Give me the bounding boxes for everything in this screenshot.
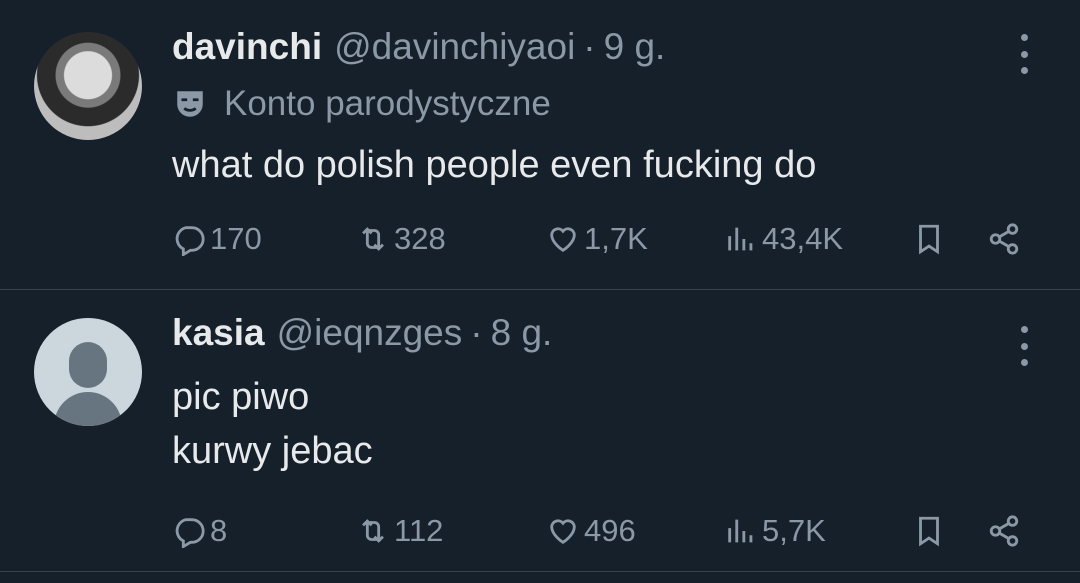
view-count: 43,4K	[762, 221, 844, 256]
tweet-text-line: kurwy jebac	[172, 430, 373, 472]
retweet-button[interactable]: 112	[356, 506, 443, 556]
retweet-icon	[362, 519, 384, 543]
view-count: 5,7K	[762, 513, 826, 548]
bookmark-button[interactable]	[912, 214, 946, 264]
like-count: 1,7K	[584, 221, 648, 256]
like-button[interactable]: 1,7K	[546, 214, 648, 264]
views-button[interactable]: 5,7K	[724, 506, 826, 556]
views-icon	[728, 519, 753, 543]
tweet[interactable]: davinchi @davinchiyaoi · 9 g. Konto paro…	[0, 0, 1080, 290]
user-handle[interactable]: @ieqnzges	[277, 312, 463, 354]
user-handle[interactable]: @davinchiyaoi	[334, 26, 575, 68]
tweet-text-line: pic piwo	[172, 376, 310, 418]
reply-count: 8	[210, 513, 228, 548]
separator: ·	[470, 312, 483, 353]
tweet-header: kasia @ieqnzges · 8 g.	[172, 312, 552, 356]
mask-icon	[172, 86, 208, 122]
timestamp[interactable]: 8 g.	[491, 312, 553, 354]
views-icon	[728, 227, 753, 251]
tweet-text: pic piwo kurwy jebac	[172, 370, 373, 478]
retweet-count: 328	[394, 221, 446, 256]
bookmark-icon	[919, 516, 939, 547]
reply-button[interactable]: 170	[172, 214, 262, 264]
views-button[interactable]: 43,4K	[724, 214, 843, 264]
display-name[interactable]: davinchi	[172, 26, 322, 68]
bookmark-icon	[919, 224, 939, 255]
reply-icon	[175, 518, 205, 548]
avatar[interactable]	[34, 32, 142, 140]
parody-label-text: Konto parodystyczne	[224, 84, 551, 123]
reply-count: 170	[210, 221, 262, 256]
reply-button[interactable]: 8	[172, 506, 227, 556]
more-icon[interactable]	[1012, 326, 1036, 366]
heart-icon	[550, 519, 576, 545]
retweet-icon	[362, 227, 384, 251]
retweet-button[interactable]: 328	[356, 214, 446, 264]
separator: ·	[583, 26, 596, 67]
bookmark-button[interactable]	[912, 506, 946, 556]
like-count: 496	[584, 513, 636, 548]
tweet-text-line: what do polish people even fucking do	[172, 144, 817, 186]
action-bar: 8 112 496 5,7K	[172, 506, 1032, 556]
action-bar: 170 328 1,7K 43,4K	[172, 214, 1032, 264]
share-button[interactable]	[987, 506, 1021, 556]
reply-icon	[175, 226, 205, 256]
display-name[interactable]: kasia	[172, 312, 265, 354]
timestamp[interactable]: 9 g.	[604, 26, 666, 68]
tweet-text: what do polish people even fucking do	[172, 138, 816, 192]
share-icon	[989, 223, 1019, 255]
parody-account-label: Konto parodystyczne	[172, 82, 551, 126]
retweet-count: 112	[394, 513, 444, 548]
avatar[interactable]	[34, 318, 142, 426]
tweet[interactable]: kasia @ieqnzges · 8 g. pic piwo kurwy je…	[0, 290, 1080, 572]
share-icon	[989, 515, 1019, 547]
share-button[interactable]	[987, 214, 1021, 264]
like-button[interactable]: 496	[546, 506, 636, 556]
heart-icon	[550, 227, 576, 253]
tweet-header: davinchi @davinchiyaoi · 9 g.	[172, 26, 665, 70]
more-icon[interactable]	[1012, 34, 1036, 74]
